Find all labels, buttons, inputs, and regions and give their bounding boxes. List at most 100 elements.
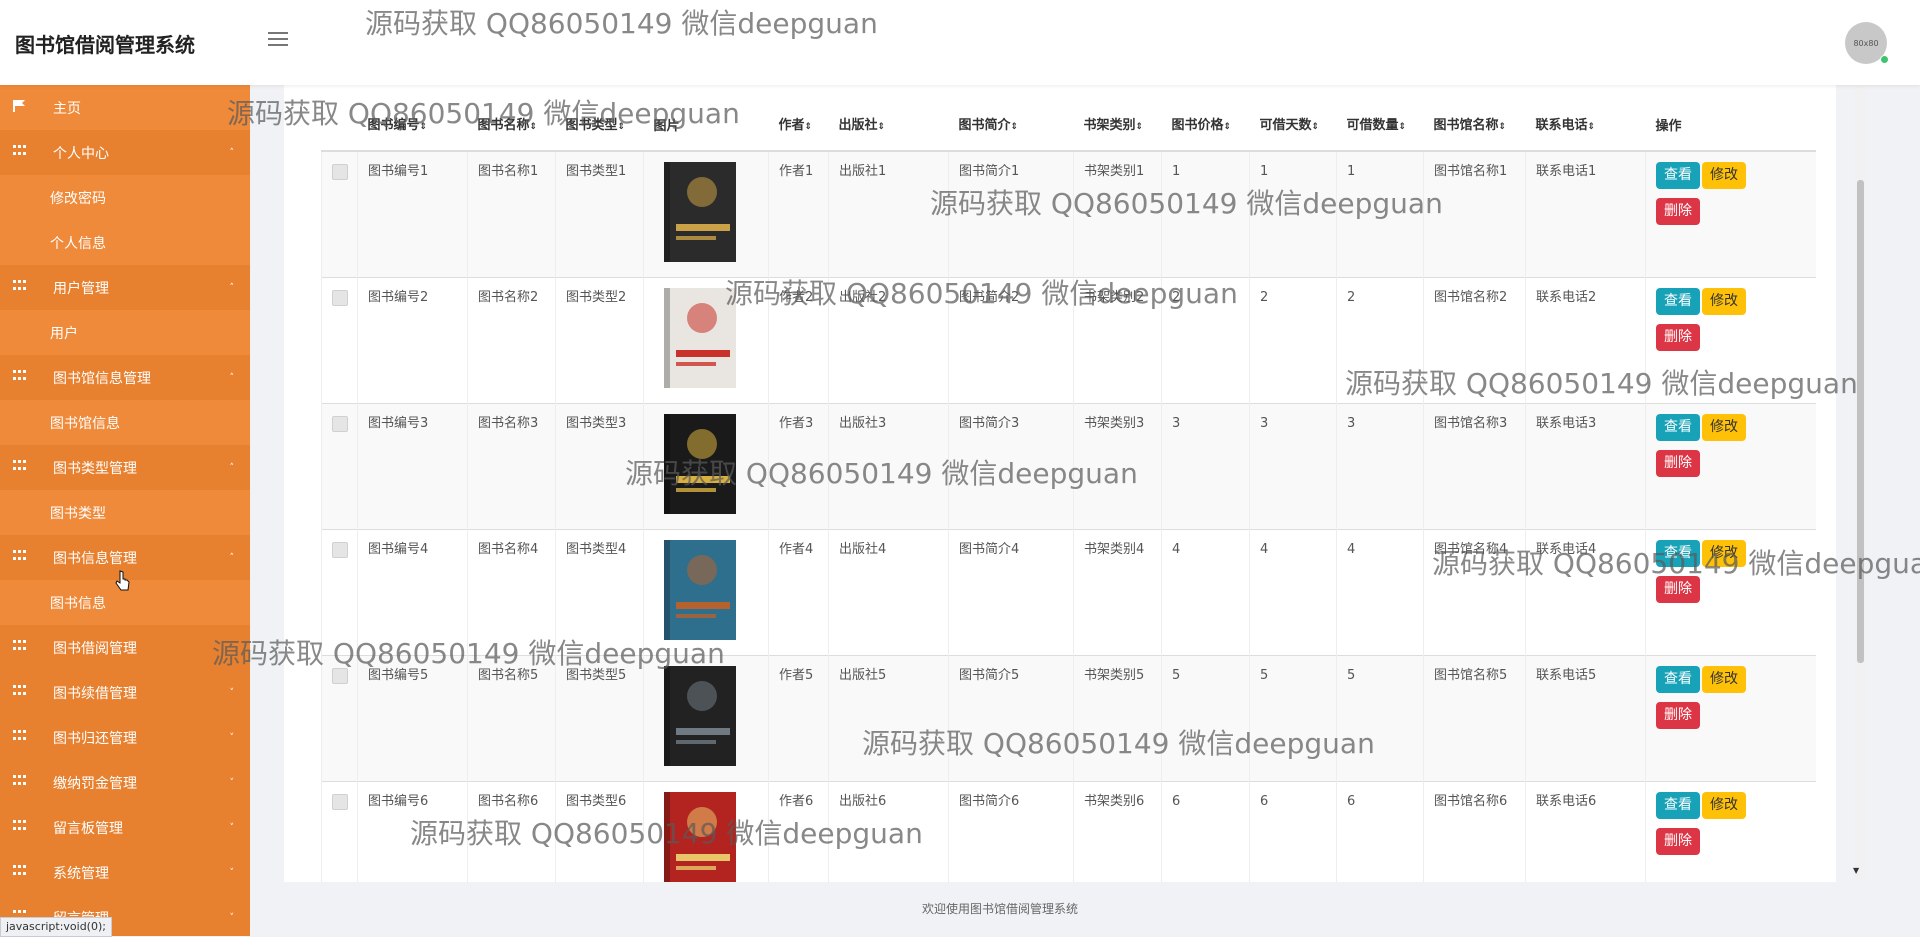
sidebar-item[interactable]: 主页: [0, 85, 250, 130]
content-panel: 图书编号⇕ 图书名称⇕ 图书类型⇕ 图片 作者⇕ 出版社⇕ 图书简介⇕ 书架类别⇕ 图书价格⇕ 可…: [284, 85, 1836, 882]
book-cover-image[interactable]: [654, 162, 744, 262]
delete-button[interactable]: 删除: [1656, 324, 1700, 351]
sidebar-item[interactable]: 图书续借管理 ˅: [0, 670, 250, 715]
sidebar-item[interactable]: 图书馆信息: [0, 400, 250, 445]
sidebar-item[interactable]: 修改密码: [0, 175, 250, 220]
sidebar-item[interactable]: 图书馆信息管理 ˄: [0, 355, 250, 400]
header-checkbox-cell: [321, 85, 358, 152]
column-header[interactable]: 书架类别⇕: [1073, 85, 1162, 152]
book-cover-image[interactable]: [654, 414, 744, 514]
edit-button[interactable]: 修改: [1702, 666, 1746, 693]
delete-button[interactable]: 删除: [1656, 198, 1700, 225]
column-header[interactable]: 图书类型⇕: [555, 85, 644, 152]
view-button[interactable]: 查看: [1656, 288, 1700, 315]
delete-button[interactable]: 删除: [1656, 702, 1700, 729]
cell-days: 6: [1249, 781, 1337, 882]
scroll-down-arrow-icon[interactable]: ▼: [1853, 866, 1859, 875]
book-cover-image[interactable]: [654, 792, 744, 882]
sort-icon[interactable]: ⇕: [420, 122, 428, 132]
sidebar-item[interactable]: 用户: [0, 310, 250, 355]
column-header[interactable]: 图书简介⇕: [948, 85, 1074, 152]
sort-icon[interactable]: ⇕: [1136, 122, 1144, 132]
column-header[interactable]: 图书编号⇕: [357, 85, 468, 152]
sort-icon[interactable]: ⇕: [1011, 122, 1019, 132]
cell-price: 5: [1161, 655, 1250, 782]
cell-type: 图书类型2: [555, 277, 644, 404]
table-row: 图书编号2 图书名称2 图书类型2 作者2 出版社2 图书简介2 书架类别2 2 2 2 图书馆名称…: [321, 277, 1816, 404]
column-header[interactable]: 作者⇕: [768, 85, 829, 152]
sort-icon[interactable]: ⇕: [1499, 122, 1507, 132]
sort-icon[interactable]: ⇕: [1224, 122, 1232, 132]
column-header[interactable]: 操作: [1645, 85, 1816, 152]
edit-button[interactable]: 修改: [1702, 414, 1746, 441]
sidebar-item-label: 图书馆信息: [50, 415, 120, 432]
sidebar-item[interactable]: 用户管理 ˄: [0, 265, 250, 310]
sidebar-item[interactable]: 系统管理 ˅: [0, 850, 250, 895]
sort-icon[interactable]: ⇕: [618, 122, 626, 132]
sidebar-item-label: 用户: [50, 325, 78, 342]
book-cover-image[interactable]: [654, 666, 744, 766]
column-header[interactable]: 联系电话⇕: [1525, 85, 1646, 152]
sort-icon[interactable]: ⇕: [1312, 122, 1320, 132]
column-header-label: 可借数量: [1346, 118, 1399, 133]
grid-icon: [13, 640, 27, 652]
sidebar-item[interactable]: 个人中心 ˄: [0, 130, 250, 175]
row-checkbox[interactable]: [332, 794, 348, 810]
column-header[interactable]: 图书馆名称⇕: [1423, 85, 1526, 152]
cell-name: 图书名称6: [467, 781, 556, 882]
sort-icon[interactable]: ⇕: [530, 122, 538, 132]
delete-button[interactable]: 删除: [1656, 576, 1700, 603]
column-header[interactable]: 图片: [643, 85, 769, 152]
view-button[interactable]: 查看: [1656, 666, 1700, 693]
cell-phone: 联系电话1: [1525, 150, 1646, 278]
edit-button[interactable]: 修改: [1702, 162, 1746, 189]
book-cover-cell: [643, 781, 769, 882]
sidebar-item[interactable]: 图书归还管理 ˅: [0, 715, 250, 760]
sort-icon[interactable]: ⇕: [878, 122, 886, 132]
sidebar-item[interactable]: 个人信息: [0, 220, 250, 265]
row-checkbox[interactable]: [332, 164, 348, 180]
vertical-scrollbar[interactable]: [1855, 85, 1865, 881]
sidebar-item[interactable]: 图书类型管理 ˄: [0, 445, 250, 490]
actions-cell: 查看 修改 删除: [1645, 781, 1816, 882]
row-checkbox[interactable]: [332, 668, 348, 684]
sort-icon[interactable]: ⇕: [1588, 122, 1596, 132]
column-header[interactable]: 图书名称⇕: [467, 85, 556, 152]
grid-icon: [13, 730, 27, 742]
view-button[interactable]: 查看: [1656, 414, 1700, 441]
online-status-dot: [1880, 55, 1889, 64]
column-header[interactable]: 可借数量⇕: [1336, 85, 1424, 152]
sidebar-item[interactable]: 图书类型: [0, 490, 250, 535]
column-header-label: 作者: [778, 118, 805, 133]
edit-button[interactable]: 修改: [1702, 540, 1746, 567]
column-header[interactable]: 图书价格⇕: [1161, 85, 1250, 152]
column-header[interactable]: 出版社⇕: [828, 85, 949, 152]
chevron-up-icon: ˄: [229, 463, 235, 473]
view-button[interactable]: 查看: [1656, 540, 1700, 567]
row-checkbox[interactable]: [332, 290, 348, 306]
sidebar-item-label: 图书类型: [50, 505, 106, 522]
cell-author: 作者3: [768, 403, 829, 530]
cell-type: 图书类型1: [555, 150, 644, 278]
book-cover-image[interactable]: [654, 540, 744, 640]
cell-type: 图书类型5: [555, 655, 644, 782]
column-header-label: 图书价格: [1171, 118, 1224, 133]
hamburger-menu-icon[interactable]: [268, 32, 288, 48]
view-button[interactable]: 查看: [1656, 792, 1700, 819]
sidebar-item[interactable]: 缴纳罚金管理 ˅: [0, 760, 250, 805]
sidebar-item[interactable]: 留言板管理 ˅: [0, 805, 250, 850]
view-button[interactable]: 查看: [1656, 162, 1700, 189]
delete-button[interactable]: 删除: [1656, 450, 1700, 477]
sort-icon[interactable]: ⇕: [805, 122, 813, 132]
sort-icon[interactable]: ⇕: [1399, 122, 1407, 132]
row-checkbox[interactable]: [332, 416, 348, 432]
delete-button[interactable]: 删除: [1656, 828, 1700, 855]
sidebar-item[interactable]: 图书借阅管理: [0, 625, 250, 670]
edit-button[interactable]: 修改: [1702, 792, 1746, 819]
edit-button[interactable]: 修改: [1702, 288, 1746, 315]
row-checkbox[interactable]: [332, 542, 348, 558]
column-header[interactable]: 可借天数⇕: [1249, 85, 1337, 152]
cell-id: 图书编号3: [357, 403, 468, 530]
book-cover-image[interactable]: [654, 288, 744, 388]
scrollbar-thumb[interactable]: [1857, 180, 1864, 663]
